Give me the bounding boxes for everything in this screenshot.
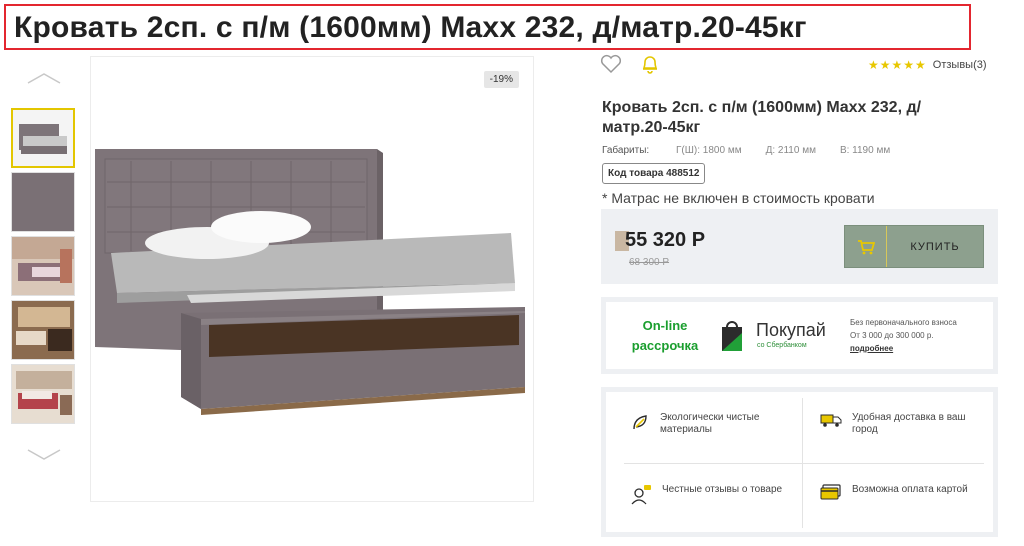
reviews-link[interactable]: Отзывы(3) bbox=[933, 59, 987, 71]
thumbnails-up-arrow-icon[interactable] bbox=[26, 70, 62, 86]
dimension-width: Г(Ш): 1800 мм bbox=[676, 145, 742, 156]
card-payment-icon bbox=[820, 484, 841, 500]
thumbnail-bedroom-1[interactable] bbox=[11, 236, 75, 296]
feature-eco: Экологически чистые материалы bbox=[630, 412, 800, 436]
installment-info-line1: Без первоначального взноса bbox=[850, 318, 957, 327]
feature-reviews: Честные отзывы о товаре bbox=[630, 484, 800, 506]
old-price: 68 300 Р bbox=[629, 257, 670, 268]
sku-badge: Код товара 488512 bbox=[602, 163, 706, 184]
features-divider-horizontal bbox=[624, 463, 984, 464]
installment-more-link[interactable]: подробнее bbox=[850, 342, 957, 355]
bell-icon[interactable] bbox=[640, 53, 660, 75]
cart-icon bbox=[857, 239, 875, 254]
installment-title: On-line рассрочка bbox=[631, 318, 699, 353]
installment-info-line2: От 3 000 до 300 000 р. bbox=[850, 331, 934, 340]
delivery-truck-icon bbox=[820, 414, 842, 427]
thumbnail-fabric-swatch[interactable] bbox=[11, 172, 75, 232]
mattress-note: * Матрас не включен в стоимость кровати bbox=[602, 190, 875, 206]
page-title: Кровать 2сп. с п/м (1600мм) Maxx 232, д/… bbox=[14, 11, 807, 44]
star-rating-icon: ★★★★★ bbox=[868, 58, 927, 72]
feature-card-text: Возможна оплата картой bbox=[852, 484, 968, 495]
bed-illustration bbox=[95, 149, 525, 415]
features-block: Экологически чистые материалы Удобная до… bbox=[601, 387, 998, 537]
heart-icon[interactable] bbox=[600, 54, 622, 74]
dimensions: Габариты: Г(Ш): 1800 мм Д: 2110 мм В: 11… bbox=[602, 145, 914, 156]
feature-card: Возможна оплата картой bbox=[820, 484, 990, 500]
cart-icon-wrap bbox=[845, 226, 887, 267]
thumbnail-bedroom-2[interactable] bbox=[11, 300, 75, 360]
thumbnails-down-arrow-icon[interactable] bbox=[26, 447, 62, 463]
pokupay-brand: Покупай bbox=[756, 320, 826, 340]
product-name: Кровать 2сп. с п/м (1600мм) Maxx 232, д/… bbox=[602, 99, 922, 136]
pokupay-subtitle: со Сбербанком bbox=[757, 342, 807, 349]
dimensions-label: Габариты: bbox=[602, 145, 650, 156]
feature-eco-text: Экологически чистые материалы bbox=[660, 412, 760, 435]
thumbnail-list bbox=[11, 108, 77, 428]
installment-info: Без первоначального взноса От 3 000 до 3… bbox=[850, 316, 957, 355]
reviews-person-icon bbox=[631, 485, 651, 505]
current-price: 55 320 Р bbox=[625, 229, 706, 251]
feature-delivery-text: Удобная доставка в ваш город bbox=[852, 412, 966, 435]
thumbnail-bedroom-3[interactable] bbox=[11, 364, 75, 424]
dimension-depth: Д: 2110 мм bbox=[765, 145, 816, 156]
eco-leaf-icon bbox=[633, 415, 647, 430]
price-box: 55 320 Р 68 300 Р КУПИТЬ bbox=[601, 209, 998, 284]
thumbnail-bed-front[interactable] bbox=[11, 108, 75, 168]
buy-button[interactable]: КУПИТЬ bbox=[844, 225, 984, 268]
pokupay-logo-icon bbox=[722, 321, 742, 351]
discount-badge: -19% bbox=[483, 71, 519, 88]
dimension-height: В: 1190 мм bbox=[839, 145, 891, 156]
buy-button-label: КУПИТЬ bbox=[910, 240, 960, 253]
rating: ★★★★★ Отзывы(3) bbox=[868, 58, 987, 72]
feature-delivery: Удобная доставка в ваш город bbox=[820, 412, 990, 436]
installment-block: On-line рассрочка Покупай со Сбербанком … bbox=[601, 297, 998, 374]
page-title-box: Кровать 2сп. с п/м (1600мм) Maxx 232, д/… bbox=[4, 4, 971, 50]
feature-reviews-text: Честные отзывы о товаре bbox=[662, 484, 783, 495]
main-product-image[interactable]: -19% bbox=[90, 56, 534, 502]
